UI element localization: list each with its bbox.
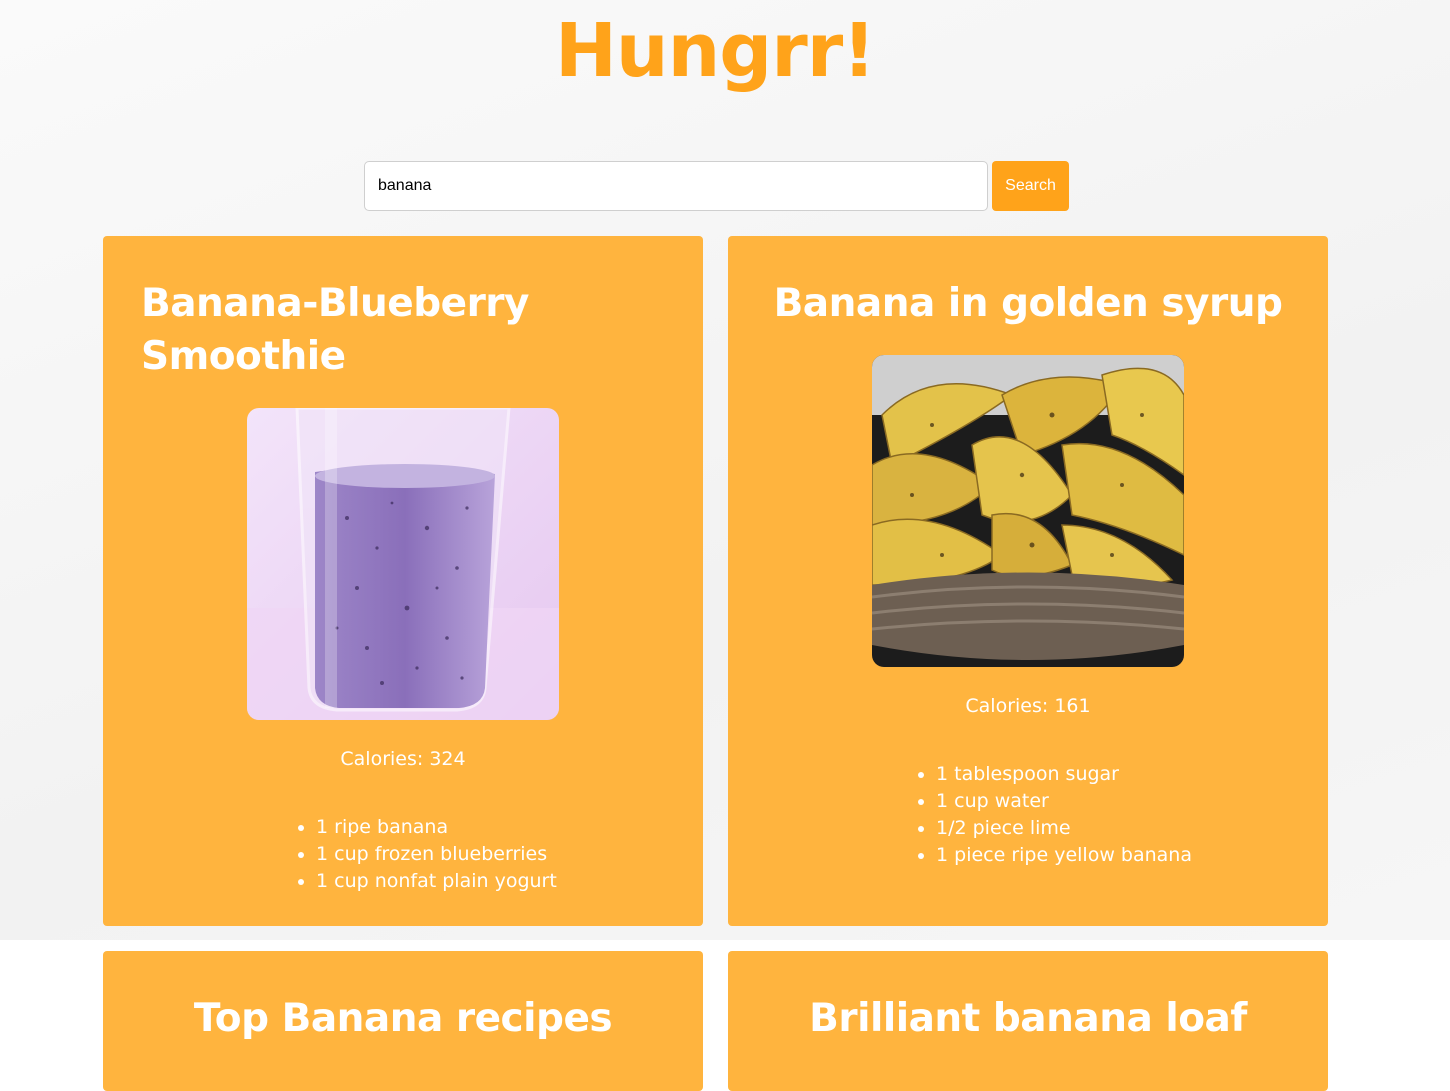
recipe-title: Brilliant banana loaf bbox=[809, 996, 1247, 1041]
ingredient-item: 1 piece ripe yellow banana bbox=[936, 842, 1192, 869]
ingredient-list: 1 ripe banana 1 cup frozen blueberries 1… bbox=[294, 814, 557, 895]
recipe-card: Top Banana recipes bbox=[103, 951, 703, 1091]
search-button[interactable]: Search bbox=[992, 161, 1069, 211]
search-input[interactable] bbox=[364, 161, 988, 211]
recipe-card: Banana in golden syrup Calories: 161 • 1… bbox=[728, 236, 1328, 926]
ingredient-item: 1 ripe banana bbox=[316, 814, 557, 841]
calories-label: Calories: 324 bbox=[340, 748, 466, 770]
search-form: Search bbox=[364, 161, 1069, 211]
ingredient-list: 1 tablespoon sugar 1 cup water 1/2 piece… bbox=[914, 761, 1192, 869]
recipe-title: Top Banana recipes bbox=[193, 996, 613, 1041]
ingredient-item: 1 tablespoon sugar bbox=[936, 761, 1192, 788]
recipe-title: Banana-Blueberry Smoothie bbox=[141, 281, 529, 379]
recipe-card: Brilliant banana loaf bbox=[728, 951, 1328, 1091]
ingredient-item: 1/2 piece lime bbox=[936, 815, 1192, 842]
recipe-card: Banana-Blueberry Smoothie Calories: 324 … bbox=[103, 236, 703, 926]
calories-label: Calories: 161 bbox=[965, 695, 1091, 717]
smoothie-image bbox=[247, 408, 559, 720]
recipe-title: Banana in golden syrup bbox=[773, 281, 1283, 326]
ingredient-item: 1 cup water bbox=[936, 788, 1192, 815]
bananas-image bbox=[872, 355, 1184, 667]
ingredient-item: 1 cup frozen blueberries bbox=[316, 841, 557, 868]
app-title: Hungrr! bbox=[554, 8, 876, 94]
ingredient-item: 1 cup nonfat plain yogurt bbox=[316, 868, 557, 895]
